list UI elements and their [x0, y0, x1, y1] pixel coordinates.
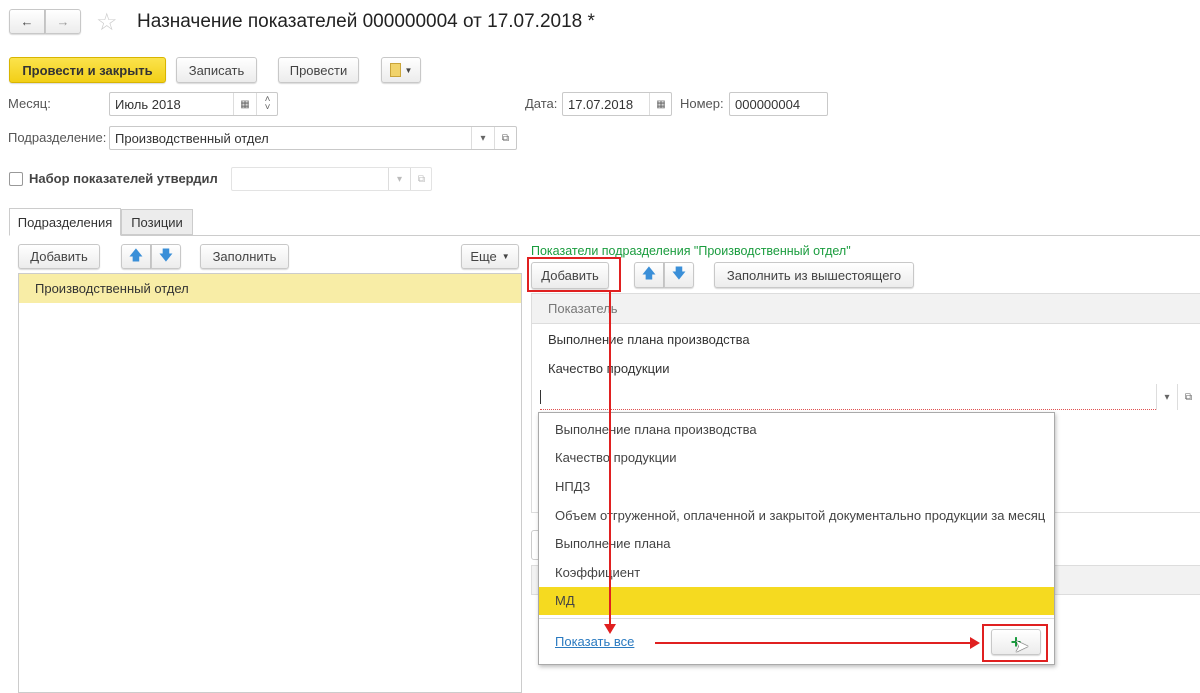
annotation-arrowhead	[604, 624, 616, 634]
annotation-arrowhead	[970, 637, 980, 649]
annotation-arrows	[604, 292, 980, 649]
